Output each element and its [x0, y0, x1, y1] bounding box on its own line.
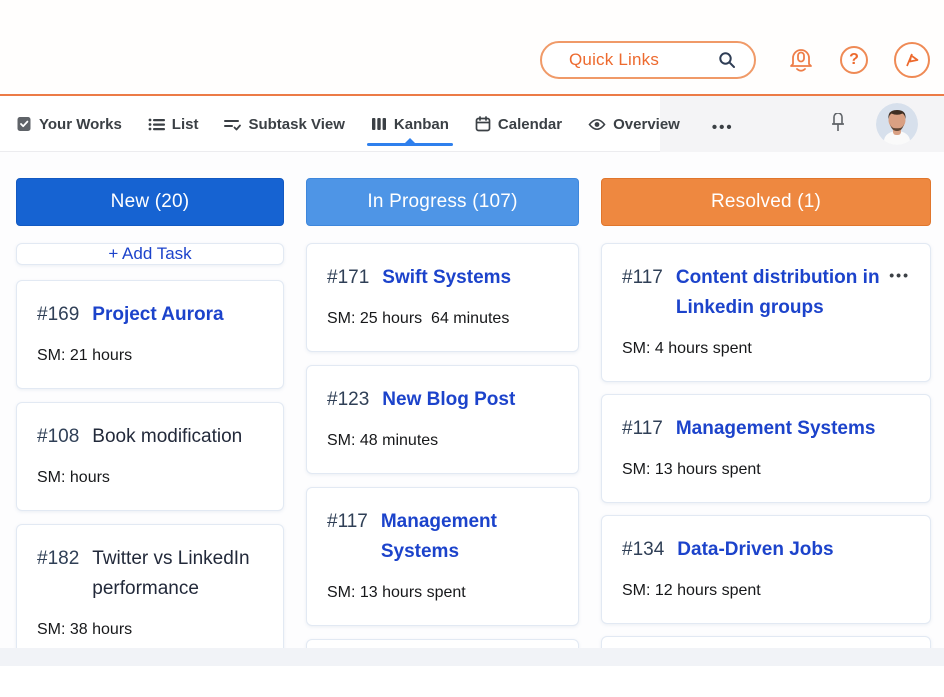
task-id: #169	[37, 300, 79, 330]
task-card[interactable]: #134 Data-Driven Jobs SM: 12 hours spent	[601, 515, 931, 624]
view-nav-bar: Your Works List Subtask View Kanban	[0, 96, 944, 152]
tab-label: Overview	[613, 116, 680, 133]
column-new: New (20) + Add Task #169 Project Aurora …	[16, 178, 284, 648]
task-id: #108	[37, 422, 79, 452]
task-card[interactable]: #117 Management Systems SM: 13 hours spe…	[601, 394, 931, 503]
task-card[interactable]: #117 Content distribution in Linkedin gr…	[601, 243, 931, 382]
kanban-icon	[371, 117, 387, 131]
task-card[interactable]: #171 Swift Systems SM: 25 hours 64 minut…	[306, 243, 579, 352]
task-title[interactable]: Twitter vs LinkedIn performance	[92, 544, 263, 604]
help-glyph: ?	[849, 51, 859, 69]
card-menu-icon[interactable]: •••	[889, 263, 910, 287]
task-card[interactable]: #108 Book modification SM: hours	[16, 402, 284, 511]
overview-eye-icon	[588, 118, 606, 131]
add-task-button[interactable]: + Add Task	[16, 243, 284, 265]
column-header-new[interactable]: New (20)	[16, 178, 284, 226]
tab-label: Subtask View	[248, 116, 344, 133]
quick-links-button[interactable]: Quick Links	[540, 41, 756, 79]
subtask-icon	[224, 117, 241, 132]
tab-your-works[interactable]: Your Works	[16, 116, 122, 133]
task-id: #171	[327, 263, 369, 293]
task-id: #117	[622, 414, 663, 444]
tab-subtask-view[interactable]: Subtask View	[224, 116, 344, 133]
page-bottom-strip	[0, 648, 944, 666]
task-meta: SM: 25 hours 64 minutes	[327, 308, 558, 330]
tab-label: Kanban	[394, 116, 449, 133]
task-card[interactable]: #117 Management Systems SM: 13 hours spe…	[306, 487, 579, 626]
task-title-link[interactable]: Management Systems	[381, 507, 558, 567]
list-icon	[148, 117, 165, 132]
task-title[interactable]: Book modification	[92, 422, 242, 452]
task-card[interactable]: #123 New Blog Post SM: 48 minutes	[306, 365, 579, 474]
task-card[interactable]: #182 Twitter vs LinkedIn performance SM:…	[16, 524, 284, 648]
task-meta: SM: 13 hours spent	[622, 459, 910, 481]
task-meta: SM: 48 minutes	[327, 430, 558, 452]
app-window: Quick Links ?	[0, 0, 944, 697]
task-title-link[interactable]: Swift Systems	[382, 263, 511, 293]
task-id: #123	[327, 385, 369, 415]
task-id: #182	[37, 544, 79, 574]
task-meta: SM: hours	[37, 467, 263, 489]
task-meta: SM: 12 hours spent	[622, 580, 910, 602]
task-meta: SM: 38 hours	[37, 619, 263, 641]
task-title-link[interactable]: Data-Driven Jobs	[677, 535, 833, 565]
tab-kanban[interactable]: Kanban	[371, 116, 449, 133]
task-title-link[interactable]: New Blog Post	[382, 385, 515, 415]
column-in-progress: In Progress (107) #171 Swift Systems SM:…	[306, 178, 579, 648]
user-avatar[interactable]	[876, 103, 918, 145]
calendar-icon	[475, 116, 491, 132]
view-tabs: Your Works List Subtask View Kanban	[16, 96, 734, 152]
column-resolved: Resolved (1) #117 Content distribution i…	[601, 178, 931, 648]
task-card-partial[interactable]	[306, 639, 579, 648]
task-card-partial[interactable]	[601, 636, 931, 648]
task-title-link[interactable]: Content distribution in Linkedin groups	[676, 263, 889, 323]
more-tabs-icon[interactable]: •••	[712, 113, 734, 136]
kanban-board: New (20) + Add Task #169 Project Aurora …	[0, 152, 944, 648]
pin-icon[interactable]	[828, 113, 848, 135]
notifications-bell-icon[interactable]	[788, 46, 814, 74]
help-icon[interactable]: ?	[840, 46, 868, 74]
task-card[interactable]: #169 Project Aurora SM: 21 hours	[16, 280, 284, 389]
column-header-resolved[interactable]: Resolved (1)	[601, 178, 931, 226]
top-bar: Quick Links ?	[0, 0, 944, 96]
task-title-link[interactable]: Project Aurora	[92, 300, 223, 330]
task-id: #117	[327, 507, 368, 537]
task-meta: SM: 13 hours spent	[327, 582, 558, 604]
search-icon	[718, 51, 736, 69]
tab-label: Calendar	[498, 116, 562, 133]
tab-label: Your Works	[39, 116, 122, 133]
tab-label: List	[172, 116, 199, 133]
column-header-in-progress[interactable]: In Progress (107)	[306, 178, 579, 226]
tab-overview[interactable]: Overview	[588, 116, 680, 133]
tab-list[interactable]: List	[148, 116, 199, 133]
task-meta: SM: 21 hours	[37, 345, 263, 367]
works-icon	[16, 116, 32, 132]
task-title-link[interactable]: Management Systems	[676, 414, 876, 444]
task-id: #117	[622, 263, 663, 293]
tab-calendar[interactable]: Calendar	[475, 116, 562, 133]
task-meta: SM: 4 hours spent	[622, 338, 910, 360]
send-flag-icon[interactable]	[894, 42, 930, 78]
task-id: #134	[622, 535, 664, 565]
quick-links-label: Quick Links	[542, 50, 659, 70]
